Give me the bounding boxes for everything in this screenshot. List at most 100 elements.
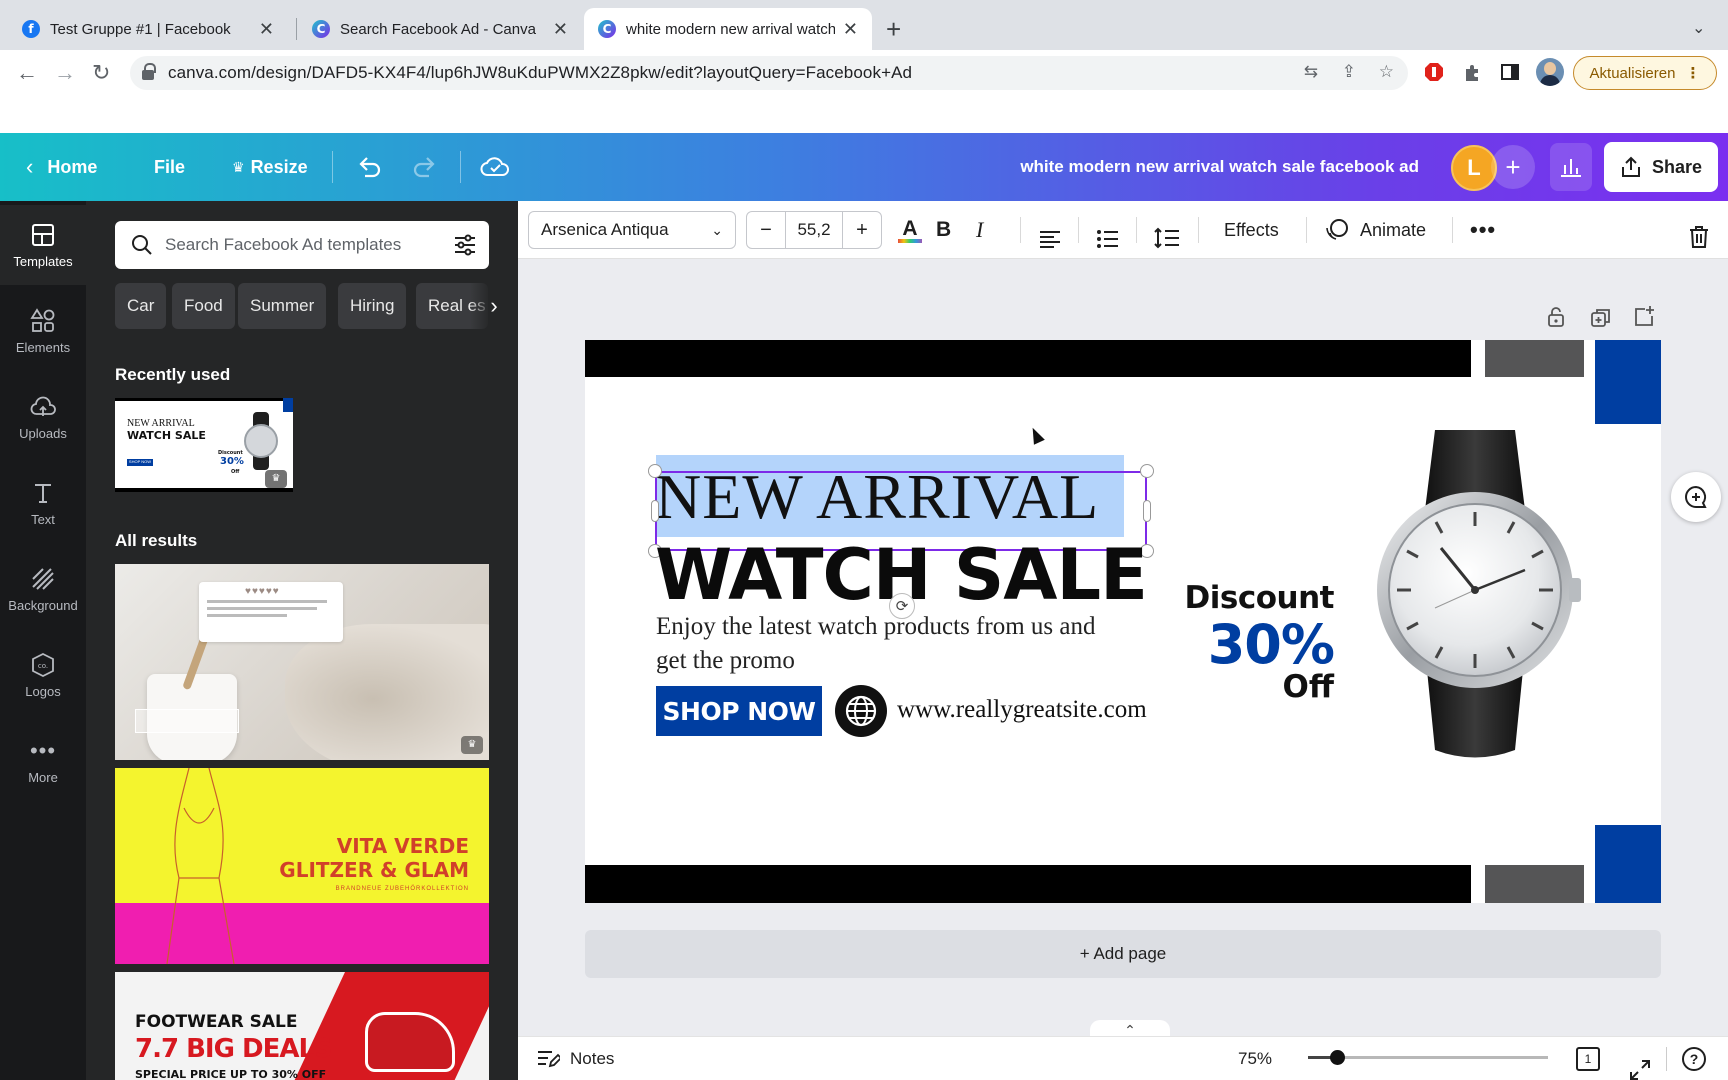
chevron-right-icon[interactable]: › [470, 283, 518, 329]
animate-button[interactable]: Animate [1324, 211, 1426, 249]
close-tab-icon[interactable]: ✕ [259, 19, 274, 40]
kebab-menu-icon[interactable]: ⋮ [1685, 64, 1700, 82]
reload-icon[interactable]: ↻ [92, 60, 110, 86]
bottom-blue-block[interactable] [1595, 825, 1661, 903]
forward-icon[interactable]: → [54, 60, 76, 86]
bottom-gray-block[interactable] [1485, 865, 1584, 903]
font-size-value[interactable]: 55,2 [785, 211, 843, 249]
template-result-3[interactable]: FOOTWEAR SALE 7.7 BIG DEALS SPECIAL PRIC… [115, 972, 489, 1080]
rail-item-more[interactable]: ••• More [0, 721, 86, 801]
effects-button[interactable]: Effects [1224, 211, 1279, 249]
fullscreen-icon[interactable] [1629, 1048, 1651, 1080]
resize-handle[interactable] [651, 500, 659, 522]
design-canvas[interactable]: NEW ARRIVAL WATCH SALE ⟳ Enjoy the lates… [585, 340, 1661, 903]
bookmark-star-icon[interactable]: ☆ [1379, 62, 1394, 82]
discount-block[interactable]: Discount 30% Off [1185, 583, 1335, 703]
zoom-level[interactable]: 75% [1238, 1037, 1272, 1080]
rail-item-templates[interactable]: Templates [0, 205, 86, 285]
rail-item-background[interactable]: Background [0, 549, 86, 629]
resize-handle[interactable] [1143, 500, 1151, 522]
close-tab-icon[interactable]: ✕ [843, 19, 858, 40]
bullet-list-icon[interactable] [1096, 220, 1120, 258]
footer-divider [1666, 1047, 1667, 1071]
profile-avatar[interactable] [1536, 58, 1564, 86]
file-menu-button[interactable]: File [154, 133, 185, 201]
update-label: Aktualisieren [1589, 64, 1676, 82]
watch-image[interactable] [1365, 430, 1585, 770]
address-bar[interactable]: canva.com/design/DAFD5-KX4F4/lup6hJW8uKd… [130, 56, 1408, 90]
invite-plus-icon[interactable]: + [1491, 145, 1535, 189]
thumb-text: NEW ARRIVAL [127, 418, 195, 429]
document-title[interactable]: white modern new arrival watch sale face… [1020, 133, 1419, 201]
recent-template-thumbnail[interactable]: NEW ARRIVAL WATCH SALE SHOP NOW Discount… [115, 398, 293, 492]
website-text[interactable]: www.reallygreatsite.com [897, 696, 1147, 724]
bold-icon[interactable]: B [936, 211, 951, 249]
new-tab-icon[interactable]: + [886, 14, 901, 45]
extensions-puzzle-icon[interactable] [1462, 62, 1482, 82]
browser-tab-canva-search[interactable]: C Search Facebook Ad - Canva ✕ [298, 8, 582, 50]
shop-now-element[interactable]: SHOP NOW [656, 686, 822, 736]
rail-item-text[interactable]: Text [0, 463, 86, 543]
chip-summer[interactable]: Summer [238, 283, 327, 329]
more-options-icon[interactable]: ••• [1470, 211, 1496, 249]
browser-tab-facebook[interactable]: f Test Gruppe #1 | Facebook ✕ [8, 8, 288, 50]
cloud-saved-icon[interactable] [480, 153, 510, 181]
page-count-button[interactable]: 1 [1576, 1037, 1600, 1080]
increase-size-button[interactable]: + [843, 219, 881, 242]
text-color-button[interactable]: A [898, 211, 922, 249]
background-icon [32, 567, 54, 590]
close-tab-icon[interactable]: ✕ [553, 19, 568, 40]
insights-button[interactable] [1550, 143, 1592, 191]
lock-page-icon[interactable] [1546, 306, 1566, 328]
bottom-black-bar[interactable] [585, 865, 1471, 903]
italic-icon[interactable]: I [976, 211, 983, 249]
font-size-stepper[interactable]: − 55,2 + [746, 211, 882, 249]
rail-item-logos[interactable]: co. Logos [0, 635, 86, 715]
chip-car[interactable]: Car [115, 283, 167, 329]
resize-handle[interactable] [1140, 464, 1154, 478]
home-button[interactable]: ‹ Home [26, 133, 97, 201]
add-page-icon[interactable] [1633, 305, 1655, 327]
back-icon[interactable]: ← [16, 60, 38, 86]
add-comment-button[interactable] [1671, 472, 1721, 522]
trash-icon[interactable] [1688, 218, 1710, 256]
side-panel-icon[interactable] [1500, 62, 1520, 82]
share-page-icon[interactable]: ⇪ [1342, 62, 1356, 82]
line-spacing-icon[interactable] [1154, 219, 1180, 257]
globe-icon[interactable] [835, 685, 887, 737]
top-black-bar[interactable] [585, 340, 1471, 377]
resize-handle[interactable] [648, 464, 662, 478]
zoom-slider-knob[interactable] [1330, 1050, 1345, 1065]
resize-button[interactable]: ♛ Resize [232, 133, 308, 201]
top-gray-block[interactable] [1485, 340, 1584, 377]
facebook-icon: f [22, 20, 40, 38]
template-search-input[interactable]: Search Facebook Ad templates [115, 221, 489, 269]
decrease-size-button[interactable]: − [747, 219, 785, 242]
zoom-slider[interactable] [1308, 1050, 1548, 1065]
adblock-extension-icon[interactable] [1424, 62, 1444, 82]
template-text: 7.7 BIG DEALS [135, 1034, 333, 1064]
duplicate-page-icon[interactable] [1590, 307, 1612, 329]
redo-icon[interactable] [412, 154, 438, 180]
browser-tab-design[interactable]: C white modern new arrival watch sale fa… [584, 8, 872, 50]
chip-food[interactable]: Food [172, 283, 235, 329]
rail-item-uploads[interactable]: Uploads [0, 377, 86, 457]
align-left-icon[interactable] [1038, 220, 1062, 258]
share-button[interactable]: Share [1604, 142, 1718, 192]
filter-sliders-icon[interactable] [453, 234, 477, 256]
notes-button[interactable]: Notes [536, 1037, 614, 1080]
update-button[interactable]: Aktualisieren ⋮ [1573, 56, 1717, 90]
subtext-promo[interactable]: Enjoy the latest watch products from us … [656, 610, 1116, 678]
top-blue-block[interactable] [1595, 340, 1661, 424]
translate-icon[interactable]: ⇆ [1304, 62, 1318, 82]
rail-item-elements[interactable]: Elements [0, 291, 86, 371]
undo-icon[interactable] [356, 154, 382, 180]
add-page-button[interactable]: + Add page [585, 930, 1661, 978]
help-button[interactable]: ? [1682, 1037, 1706, 1080]
chevron-down-icon[interactable]: ⌄ [1692, 18, 1705, 38]
template-result-1[interactable]: ♥♥♥♥♥ ♛ [115, 564, 489, 760]
font-family-dropdown[interactable]: Arsenica Antiqua ⌄ [528, 211, 736, 249]
template-text: VITA VERDE [336, 834, 469, 858]
template-result-2[interactable]: VITA VERDE GLITZER & GLAM BRANDNEUE ZUBE… [115, 768, 489, 964]
chip-hiring[interactable]: Hiring [338, 283, 407, 329]
